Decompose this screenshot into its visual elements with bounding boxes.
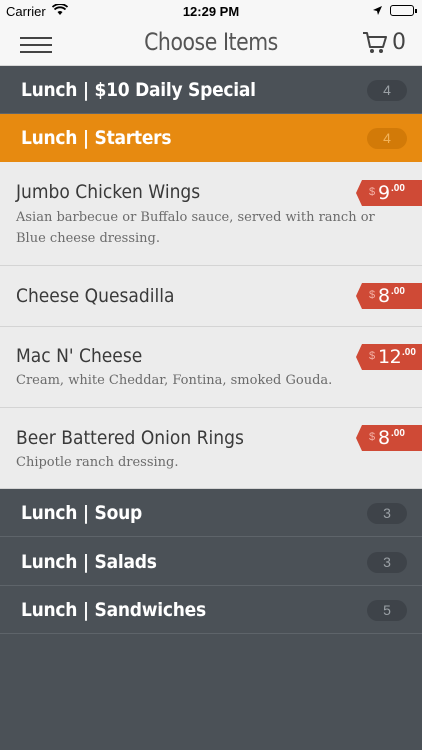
price-currency: $ <box>369 431 376 443</box>
price-amount: 12 <box>378 346 402 368</box>
category-starters[interactable]: Lunch | Starters 4 <box>0 114 422 162</box>
price-tag: $ 12 .00 <box>356 344 422 370</box>
item-name: Mac N' Cheese <box>16 345 143 367</box>
category-salads[interactable]: Lunch | Salads 3 <box>0 538 422 586</box>
price-currency: $ <box>369 350 376 362</box>
nav-bar: Choose Items 0 <box>0 22 422 66</box>
cart-icon <box>363 32 387 53</box>
category-count-badge: 3 <box>367 503 407 524</box>
page-title: Choose Items <box>144 28 278 56</box>
menu-item-jumbo-chicken-wings[interactable]: Jumbo Chicken Wings Asian barbecue or Bu… <box>0 162 422 266</box>
price-tag: $ 8 .00 <box>356 425 422 451</box>
item-name: Beer Battered Onion Rings <box>16 427 244 449</box>
status-bar: Carrier 12:29 PM <box>0 0 422 22</box>
category-count-badge: 4 <box>367 80 407 101</box>
location-icon <box>372 4 383 19</box>
category-sandwiches[interactable]: Lunch | Sandwiches 5 <box>0 586 422 634</box>
price-cents: .00 <box>391 286 405 297</box>
category-label: Lunch | Sandwiches <box>21 599 206 621</box>
price-currency: $ <box>369 289 376 301</box>
item-name: Jumbo Chicken Wings <box>16 181 201 203</box>
price-amount: 8 <box>378 285 390 307</box>
category-label: Lunch | $10 Daily Special <box>21 79 256 101</box>
item-description: Chipotle ranch dressing. <box>16 455 179 470</box>
price-currency: $ <box>369 186 376 198</box>
category-count-badge: 5 <box>367 600 407 621</box>
price-cents: .00 <box>402 347 416 358</box>
menu-item-cheese-quesadilla[interactable]: Cheese Quesadilla $ 8 .00 <box>0 266 422 327</box>
cart-button[interactable]: 0 <box>362 29 410 59</box>
category-count-badge: 4 <box>367 128 407 149</box>
price-tag: $ 8 .00 <box>356 283 422 309</box>
status-time: 12:29 PM <box>182 4 240 19</box>
menu-item-beer-battered-onion-rings[interactable]: Beer Battered Onion Rings Chipotle ranch… <box>0 408 422 489</box>
item-name: Cheese Quesadilla <box>16 285 175 307</box>
category-label: Lunch | Soup <box>21 502 142 524</box>
price-cents: .00 <box>391 428 405 439</box>
category-label: Lunch | Starters <box>21 127 172 149</box>
price-cents: .00 <box>391 183 405 194</box>
price-tag: $ 9 .00 <box>356 180 422 206</box>
price-amount: 8 <box>378 427 390 449</box>
battery-icon <box>390 5 417 16</box>
category-label: Lunch | Salads <box>21 551 157 573</box>
item-description: Asian barbecue or Buffalo sauce, served … <box>16 210 375 246</box>
cart-count: 0 <box>392 30 406 55</box>
category-soup[interactable]: Lunch | Soup 3 <box>0 489 422 537</box>
category-count-badge: 3 <box>367 552 407 573</box>
price-amount: 9 <box>378 182 390 204</box>
item-description: Cream, white Cheddar, Fontina, smoked Go… <box>16 373 333 388</box>
category-daily-special[interactable]: Lunch | $10 Daily Special 4 <box>0 66 422 114</box>
menu-item-mac-n-cheese[interactable]: Mac N' Cheese Cream, white Cheddar, Font… <box>0 327 422 408</box>
